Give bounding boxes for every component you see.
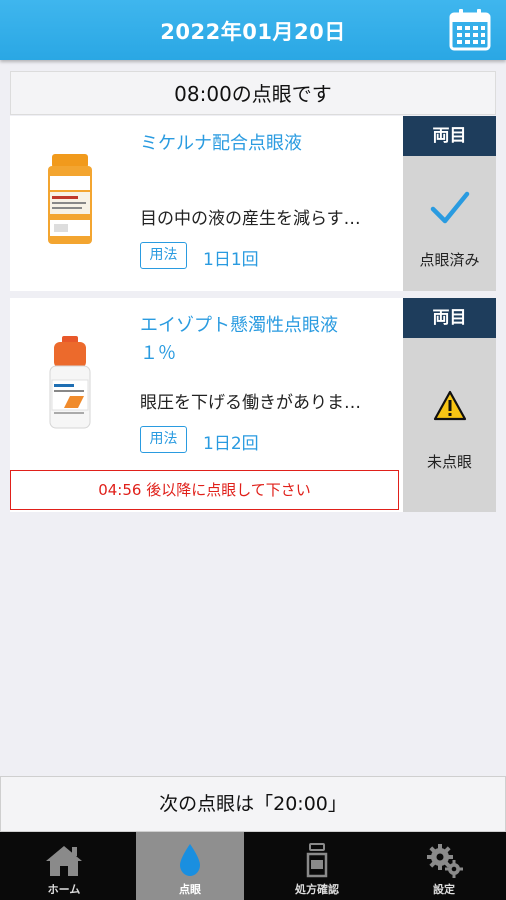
medicine-bottle-image (48, 154, 92, 244)
warning-icon (433, 390, 467, 421)
bottle-icon (306, 843, 328, 878)
medication-name[interactable]: ミケルナ配合点眼液 (140, 130, 370, 158)
medicine-bottle-image (49, 336, 91, 429)
usage-value: 1日1回 (203, 250, 259, 270)
timing-warning: 04:56 後以降に点眼して下さい (10, 470, 399, 510)
tab-label: 設定 (433, 883, 455, 896)
header-date: 2022年01月20日 (160, 20, 346, 44)
usage-badge: 用法 (140, 426, 187, 453)
eye-tag: 両目 (403, 298, 496, 338)
tab-label: 処方確認 (295, 883, 339, 896)
tab-home[interactable]: ホーム (10, 832, 118, 900)
calendar-button[interactable] (448, 8, 492, 52)
tab-label: 点眼 (179, 883, 201, 896)
medication-name[interactable]: エイゾプト懸濁性点眼液１％ (140, 312, 370, 368)
tab-settings[interactable]: 設定 (390, 832, 498, 900)
status-label: 点眼済み (419, 251, 480, 269)
tab-label: ホーム (47, 883, 81, 896)
home-icon (46, 846, 82, 876)
usage-value: 1日2回 (203, 434, 259, 454)
usage-badge: 用法 (140, 242, 187, 269)
status-column[interactable]: 両目 未点眼 (403, 298, 496, 512)
tab-bar: ホーム 点眼 処方確認 設定 (0, 832, 506, 900)
next-dose-bar: 次の点眼は「20:00」 (0, 776, 506, 832)
app-header: 2022年01月20日 (0, 0, 506, 60)
status-label: 未点眼 (426, 453, 472, 471)
drop-icon (180, 844, 200, 876)
status-column[interactable]: 両目 点眼済み (403, 116, 496, 291)
checkmark-icon (430, 191, 470, 224)
medication-card[interactable]: ミケルナ配合点眼液 目の中の液の産生を減らす… 用法 1日1回 両目 点眼済み (10, 116, 496, 291)
tab-eyedrop[interactable]: 点眼 (136, 832, 244, 900)
medication-description: 眼圧を下げる働きがありま… (140, 393, 361, 413)
eye-tag: 両目 (403, 116, 496, 156)
gear-icon (427, 844, 463, 878)
tab-prescription[interactable]: 処方確認 (263, 832, 371, 900)
medication-description: 目の中の液の産生を減らす… (140, 209, 361, 229)
session-title: 08:00の点眼です (10, 71, 496, 115)
calendar-icon (449, 9, 491, 51)
